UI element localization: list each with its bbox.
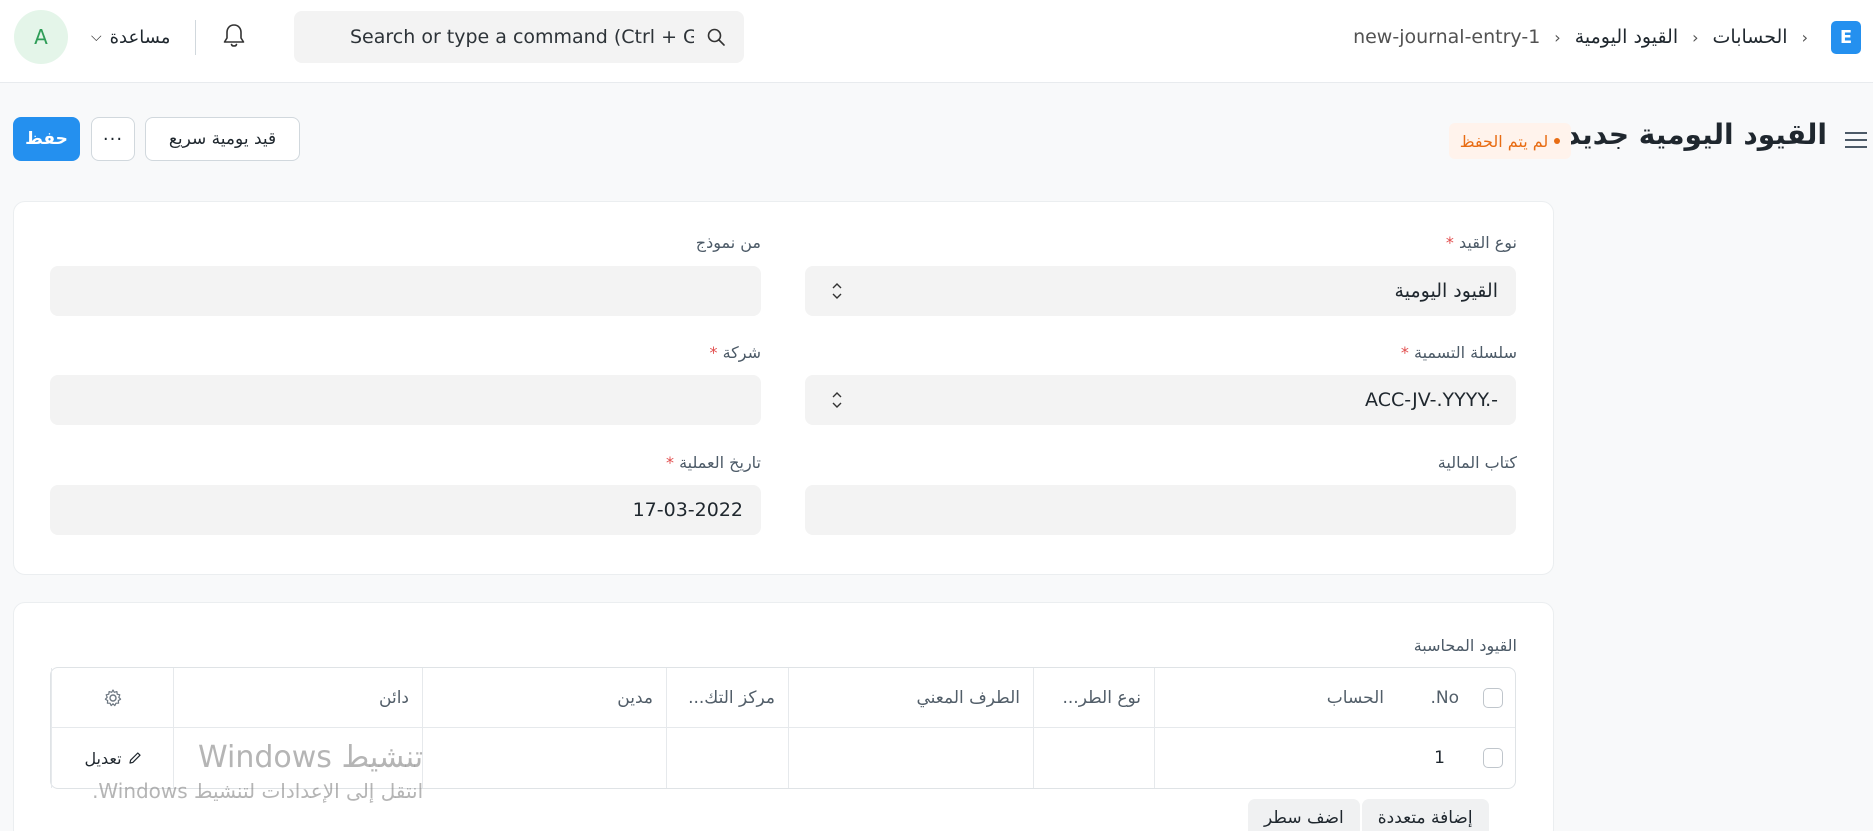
accounts-table: No. الحساب نوع الطر... الطرف المعني مركز…: [50, 667, 1516, 789]
naming-series-select[interactable]: ACC-JV-.YYYY.-: [805, 375, 1516, 425]
finance-book-label: كتاب المالية: [1437, 453, 1517, 472]
column-cost-center: مركز التك...: [666, 668, 789, 728]
gear-icon[interactable]: [103, 688, 123, 708]
select-all-checkbox[interactable]: [1483, 688, 1503, 708]
table-header-row: No. الحساب نوع الطر... الطرف المعني مركز…: [51, 668, 1515, 728]
company-label: شركة *: [709, 343, 761, 362]
header-no-cell: No.: [1397, 668, 1517, 728]
cell-party[interactable]: [788, 728, 1034, 788]
page-head: القيود اليومية جديد لم يتم الحفظ قيد يوم…: [0, 84, 1873, 184]
column-party-type: نوع الطر...: [1033, 668, 1155, 728]
column-no: No.: [1430, 688, 1459, 708]
save-button[interactable]: حفظ: [13, 117, 80, 161]
chevron-right-icon: ›: [1801, 27, 1808, 47]
add-multiple-button[interactable]: إضافة متعددة: [1361, 799, 1489, 831]
cell-account[interactable]: [1154, 728, 1398, 788]
navbar-divider: [195, 20, 196, 55]
status-text: لم يتم الحفظ: [1459, 131, 1549, 151]
column-account: الحساب: [1154, 668, 1398, 728]
chevron-right-icon: ›: [1554, 27, 1561, 47]
form-section: نوع القيد * القيود اليومية من نموذج سلسل…: [13, 201, 1554, 575]
row-number: 1: [1434, 748, 1445, 768]
finance-book-field[interactable]: [805, 485, 1516, 535]
avatar[interactable]: A: [14, 10, 68, 64]
breadcrumb-accounts[interactable]: الحسابات: [1713, 26, 1788, 48]
status-badge: لم يتم الحفظ: [1449, 123, 1571, 159]
search-icon: [707, 28, 725, 46]
column-debit: مدين: [422, 668, 667, 728]
notification-bell-icon[interactable]: [221, 22, 247, 50]
edit-row-button[interactable]: تعديل: [84, 749, 141, 768]
naming-series-label: سلسلة التسمية *: [1400, 343, 1517, 362]
breadcrumb: › الحسابات › القيود اليومية › new-journa…: [1353, 22, 1808, 52]
pencil-icon: [128, 752, 141, 764]
accounts-section-label: القيود المحاسبة: [1413, 636, 1517, 655]
add-row-button[interactable]: اضف سطر: [1248, 799, 1360, 831]
top-navbar: E › الحسابات › القيود اليومية › new-jour…: [0, 0, 1873, 83]
cell-cost-center[interactable]: [666, 728, 789, 788]
cell-debit[interactable]: [422, 728, 667, 788]
entry-type-select[interactable]: القيود اليومية: [805, 266, 1516, 316]
cell-credit[interactable]: [173, 728, 423, 788]
help-label: مساعدة: [109, 26, 171, 48]
company-field[interactable]: [50, 375, 761, 425]
naming-series-value: ACC-JV-.YYYY.-: [1365, 389, 1498, 411]
breadcrumb-journal-entries[interactable]: القيود اليومية: [1575, 26, 1678, 48]
accounts-section: القيود المحاسبة No. الحساب نوع الطر... ا…: [13, 602, 1554, 831]
help-dropdown[interactable]: ⌵ مساعدة: [91, 22, 170, 52]
from-template-label: من نموذج: [695, 233, 761, 252]
posting-date-label: تاريخ العملية *: [665, 453, 761, 472]
app-logo[interactable]: E: [1831, 21, 1861, 54]
entry-type-value: القيود اليومية: [1394, 280, 1498, 302]
table-actions: اضف سطر إضافة متعددة: [1248, 799, 1489, 831]
column-party: الطرف المعني: [788, 668, 1034, 728]
page-title: القيود اليومية جديد: [1566, 118, 1827, 151]
row-checkbox[interactable]: [1483, 748, 1503, 768]
awesome-bar: [294, 11, 744, 63]
entry-type-label: نوع القيد *: [1445, 233, 1517, 252]
select-arrows-icon: [832, 392, 842, 408]
from-template-field[interactable]: [50, 266, 761, 316]
column-credit: دائن: [173, 668, 423, 728]
chevron-right-icon: ›: [1692, 27, 1699, 47]
status-dot-icon: [1554, 138, 1561, 144]
search-input[interactable]: [294, 11, 744, 63]
select-arrows-icon: [832, 283, 842, 299]
column-settings-cell: [51, 668, 174, 728]
breadcrumb-current: new-journal-entry-1: [1353, 26, 1541, 48]
quick-entry-button[interactable]: قيد يومية سريع: [145, 117, 300, 161]
row-edit-cell: تعديل: [51, 728, 174, 788]
cell-party-type[interactable]: [1033, 728, 1155, 788]
row-no-cell: 1: [1397, 728, 1517, 788]
chevron-down-icon: ⌵: [91, 29, 102, 45]
posting-date-field[interactable]: 17-03-2022: [50, 485, 761, 535]
table-row[interactable]: 1 تعديل: [51, 728, 1515, 788]
more-actions-button[interactable]: ···: [91, 117, 135, 161]
sidebar-toggle-icon[interactable]: [1843, 129, 1869, 151]
posting-date-value: 17-03-2022: [632, 499, 743, 521]
